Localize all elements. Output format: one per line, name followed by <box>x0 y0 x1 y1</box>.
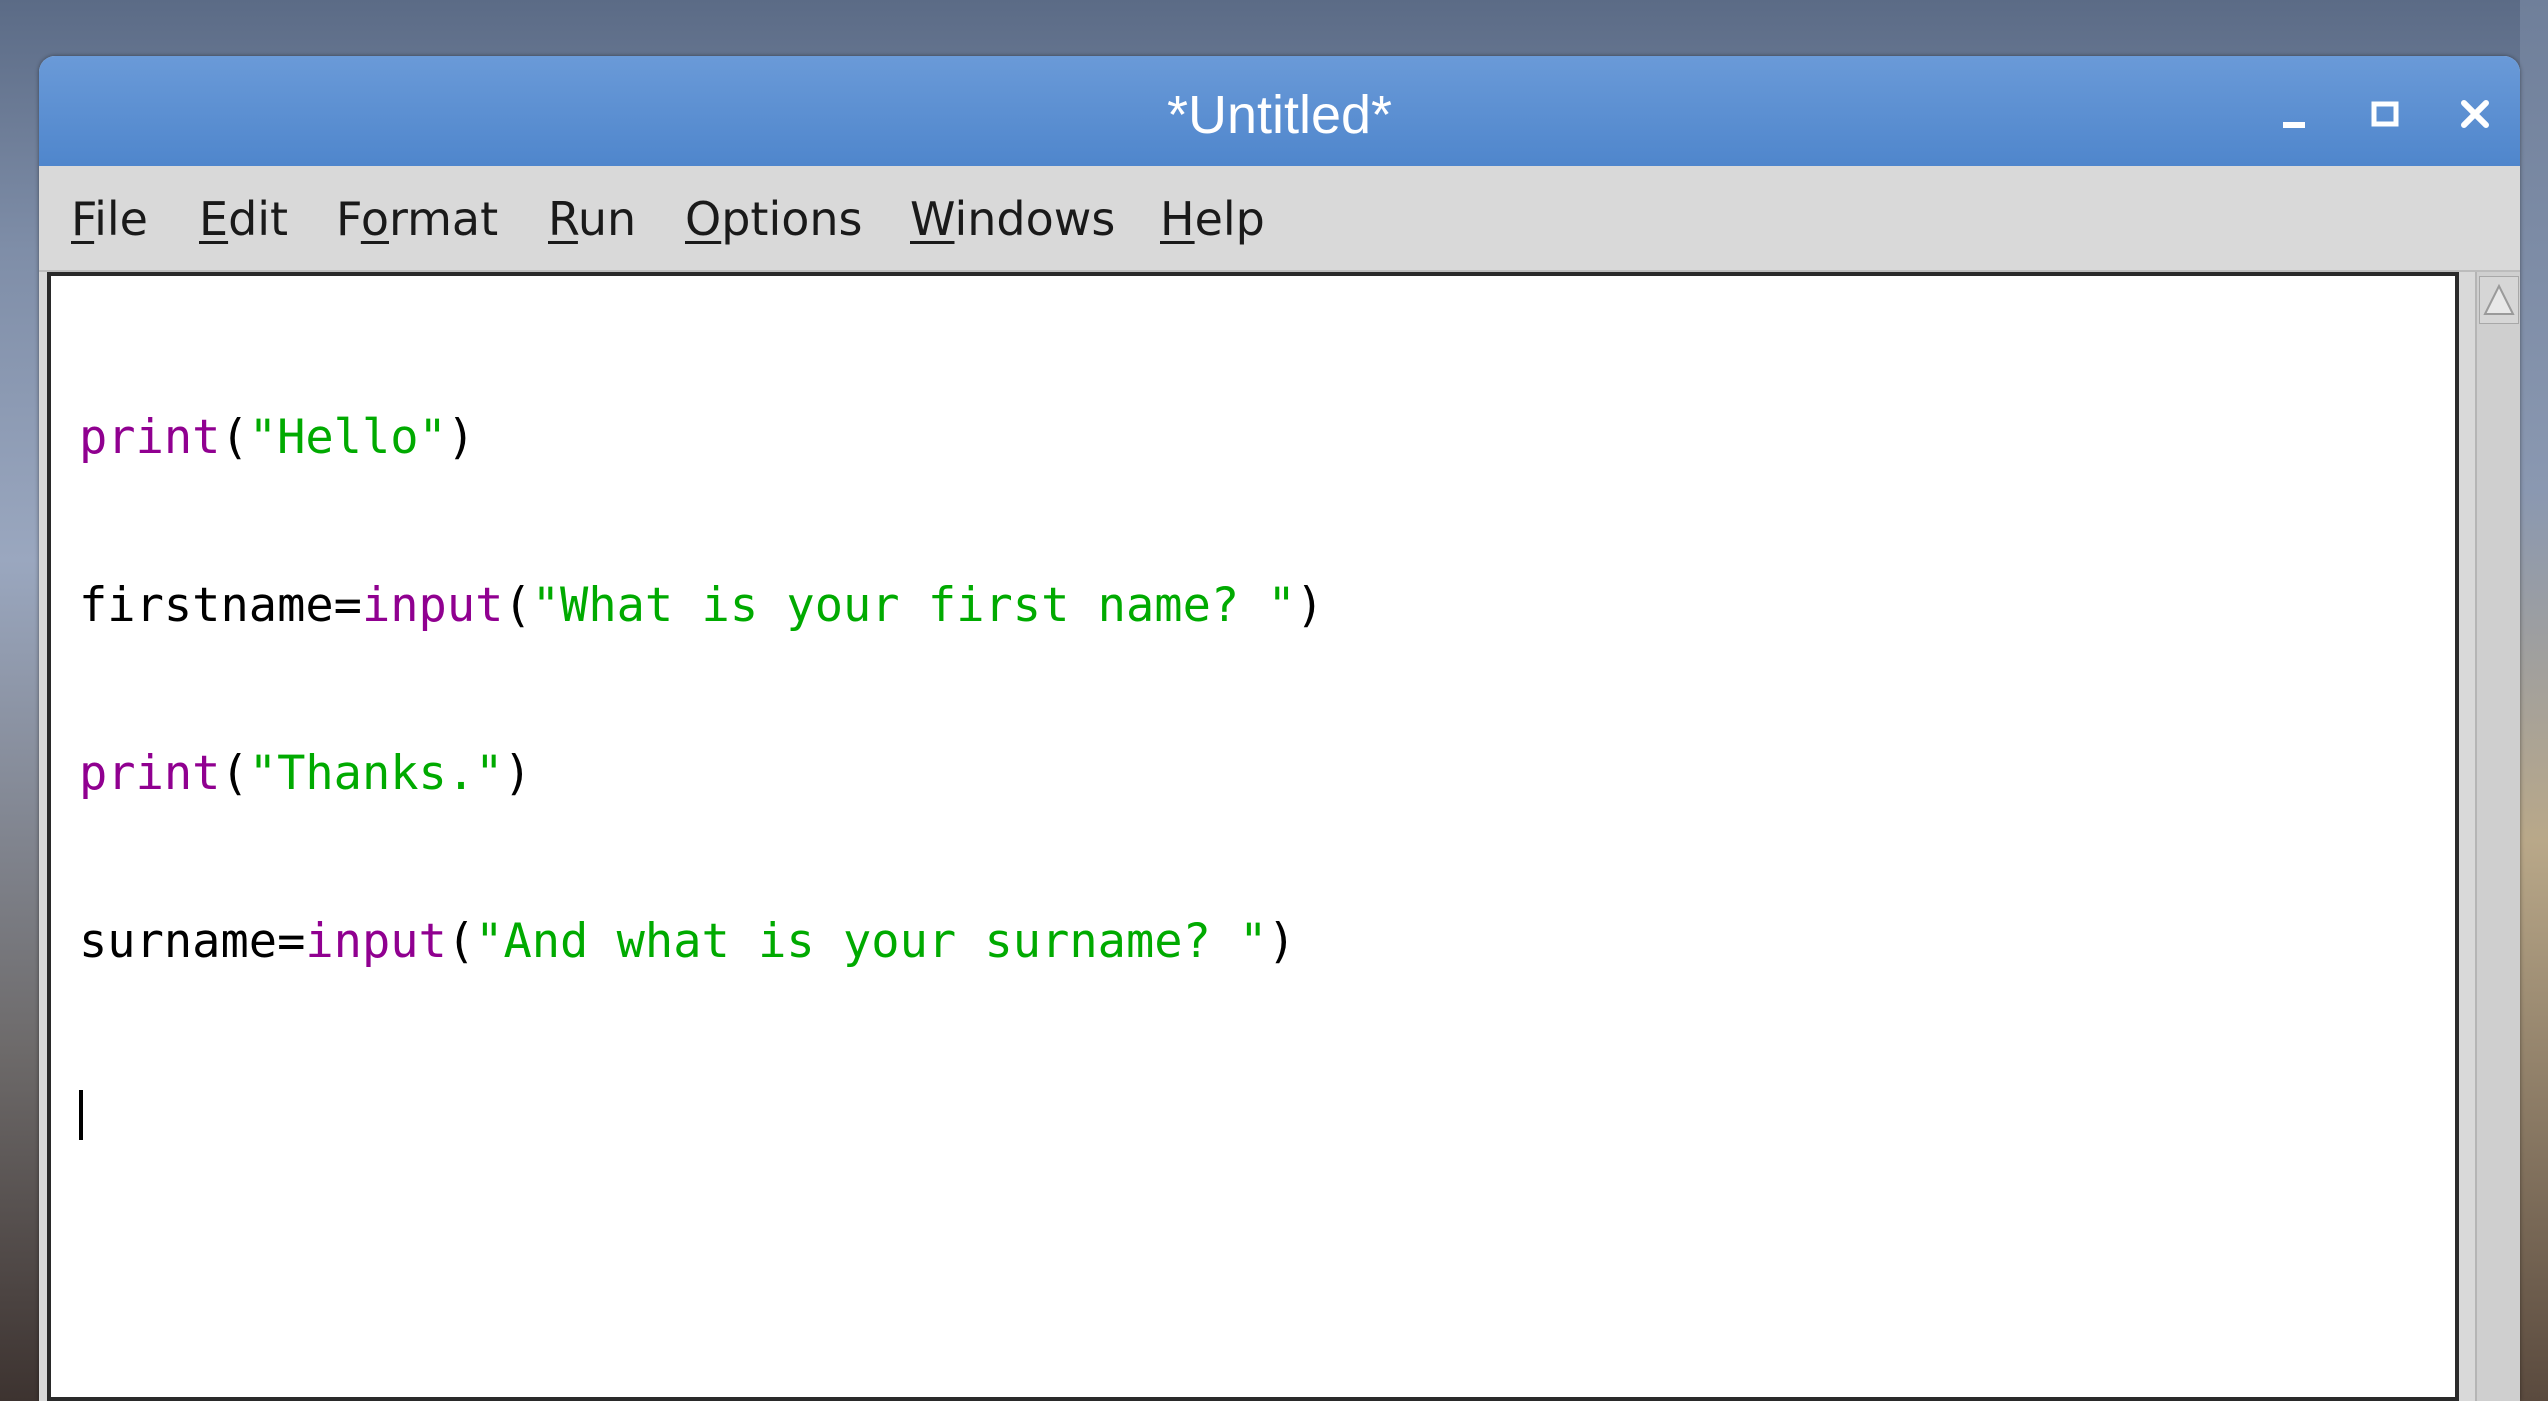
close-button[interactable] <box>2445 84 2505 144</box>
scroll-up-button[interactable] <box>2479 276 2519 324</box>
code-text[interactable]: print("Hello") firstname=input("What is … <box>79 298 1324 1250</box>
idle-editor-window: *Untitled* File Edit Format Run Options … <box>39 56 2520 1401</box>
maximize-icon <box>2371 101 2399 127</box>
scroll-up-arrow-icon <box>2479 276 2519 324</box>
code-line: firstname=input("What is your first name… <box>79 578 1325 633</box>
menu-options[interactable]: Options <box>685 166 863 270</box>
menu-windows[interactable]: Windows <box>910 166 1115 270</box>
text-cursor <box>79 1090 83 1140</box>
menu-help[interactable]: Help <box>1160 166 1265 270</box>
desktop-background <box>2520 0 2548 1401</box>
code-line: surname=input("And what is your surname?… <box>79 914 1296 969</box>
minimize-button[interactable] <box>2265 84 2325 144</box>
vertical-scrollbar[interactable] <box>2475 272 2520 1401</box>
code-editor[interactable]: print("Hello") firstname=input("What is … <box>47 272 2459 1401</box>
menu-format[interactable]: Format <box>336 166 498 270</box>
code-line: print("Thanks.") <box>79 746 532 801</box>
title-bar[interactable]: *Untitled* <box>39 56 2520 166</box>
minimize-icon <box>2283 122 2305 128</box>
close-icon <box>2461 100 2489 128</box>
code-line: print("Hello") <box>79 410 476 465</box>
menu-bar: File Edit Format Run Options Windows Hel… <box>39 166 2520 272</box>
menu-file[interactable]: File <box>71 166 148 270</box>
maximize-button[interactable] <box>2355 84 2415 144</box>
menu-run[interactable]: Run <box>548 166 636 270</box>
code-line <box>79 1082 1324 1140</box>
window-title: *Untitled* <box>1166 85 1393 145</box>
menu-edit[interactable]: Edit <box>199 166 288 270</box>
